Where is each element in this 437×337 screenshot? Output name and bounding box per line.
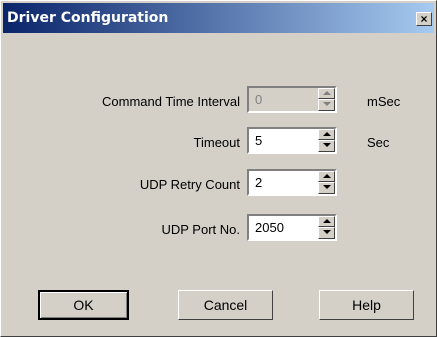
udp-retry-count-spinner[interactable]: 2	[247, 169, 337, 196]
command-time-interval-value: 0	[255, 92, 263, 107]
udp-port-down-arrow-icon[interactable]	[318, 227, 335, 239]
command-time-interval-down-arrow-icon	[318, 99, 335, 111]
udp-retry-count-label: UDP Retry Count	[139, 177, 240, 192]
timeout-down-arrow-icon[interactable]	[318, 140, 335, 152]
udp-port-up-arrow-icon[interactable]	[318, 216, 335, 227]
udp-port-spinner[interactable]: 2050	[247, 214, 337, 241]
timeout-label: Timeout	[193, 135, 240, 150]
close-icon: ×	[420, 12, 428, 26]
ok-button[interactable]: OK	[38, 290, 129, 320]
timeout-spinner[interactable]: 5	[247, 127, 337, 154]
udp-port-label: UDP Port No.	[161, 222, 240, 237]
udp-retry-count-down-arrow-icon[interactable]	[318, 182, 335, 194]
help-button[interactable]: Help	[319, 290, 414, 320]
udp-retry-count-value[interactable]: 2	[255, 175, 262, 190]
timeout-value[interactable]: 5	[255, 133, 262, 148]
cancel-button[interactable]: Cancel	[178, 290, 273, 320]
udp-retry-count-up-arrow-icon[interactable]	[318, 171, 335, 182]
command-time-interval-label: Command Time Interval	[102, 94, 240, 109]
timeout-up-arrow-icon[interactable]	[318, 129, 335, 140]
close-button[interactable]: ×	[416, 12, 432, 26]
window-title: Driver Configuration	[7, 10, 169, 26]
driver-configuration-dialog: Driver Configuration × Command Time Inte…	[0, 0, 437, 337]
title-bar[interactable]: Driver Configuration ×	[3, 3, 434, 33]
udp-port-value[interactable]: 2050	[255, 220, 284, 235]
command-time-interval-up-arrow-icon	[318, 88, 335, 99]
timeout-unit: Sec	[367, 135, 390, 150]
command-time-interval-spinner: 0	[247, 86, 337, 113]
command-time-interval-unit: mSec	[367, 94, 401, 109]
